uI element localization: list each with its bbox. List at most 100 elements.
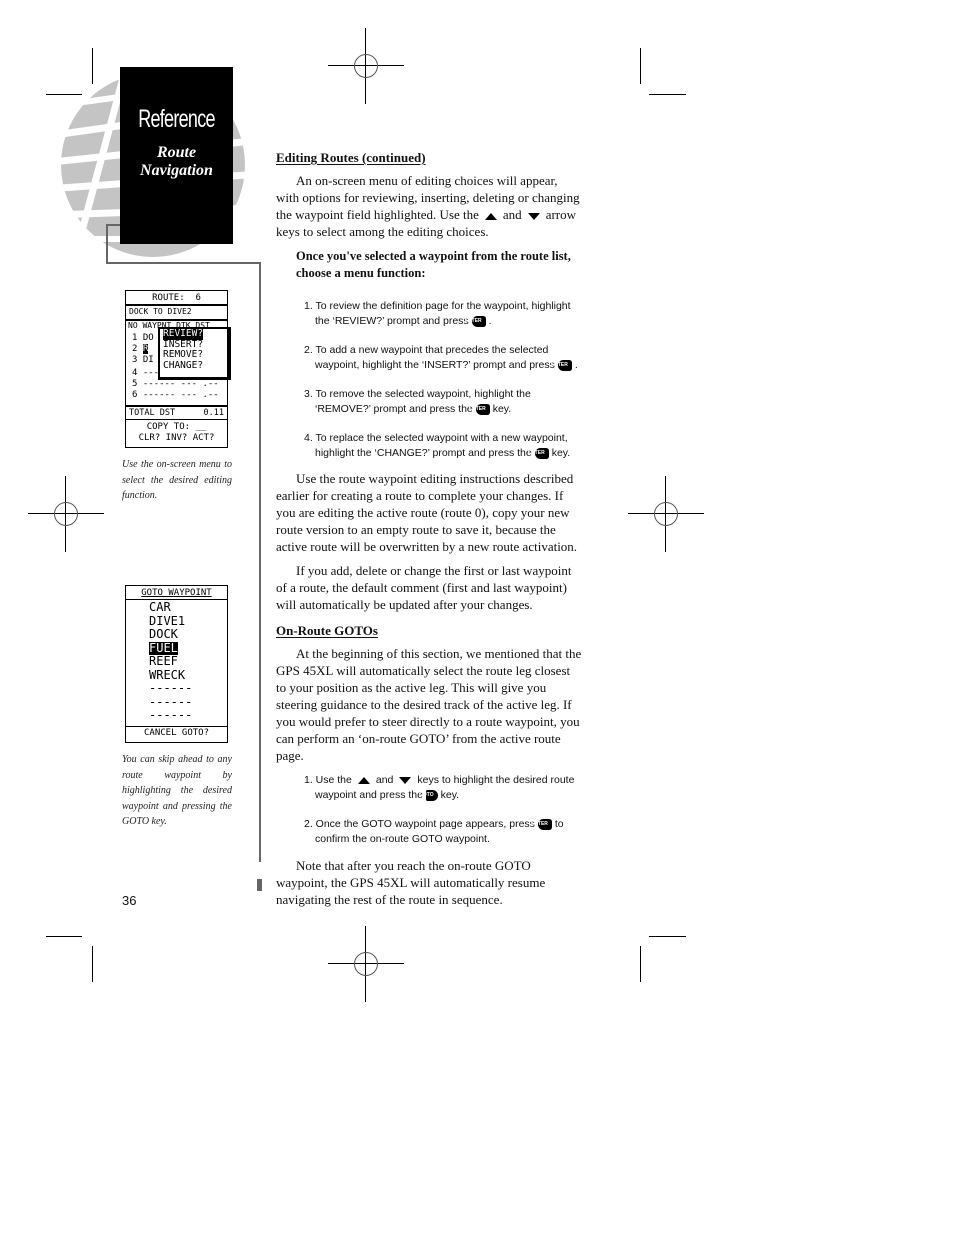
divider [126,304,227,306]
main-content: Editing Routes (continued) An on-screen … [276,150,582,908]
text: 1. To review the definition page for the… [304,300,571,327]
menu-item-review[interactable]: REVIEW? [163,328,204,340]
divider [126,405,227,407]
text: key. [551,447,571,459]
divider [126,726,227,727]
waypoint-item[interactable]: DOCK [149,627,192,642]
text: and [375,774,394,786]
section-subtitle: Route Navigation [120,144,233,180]
row-number: 6 [132,390,138,400]
route-title: ROUTE: 6 [152,293,201,303]
row-number: 4 [132,368,138,378]
route-row: 6 ------ --- .-- [132,390,227,400]
step-item: 2. To add a new waypoint that precedes t… [276,343,582,373]
route-page-screen: ROUTE: 6 DOCK TO DIVE2 NO WAYPNT DTK DST… [125,290,231,448]
registration-mark-icon [328,926,404,1002]
goto-key-icon: GOTO [419,789,438,801]
waypoint-item[interactable]: ------ [149,695,192,710]
down-arrow-key-icon [527,212,540,220]
registration-mark-icon [28,476,104,552]
route-actions: CLR? INV? ACT? [138,433,215,443]
copy-to-field: COPY TO: __ [146,422,207,432]
step-item: 4. To replace the selected waypoint with… [276,431,582,461]
waypoint-item[interactable]: REEF [149,654,192,669]
row-waypoint: R [142,344,149,354]
page-edge-marker [257,879,262,891]
crop-mark [649,936,686,937]
menu-item-remove[interactable]: REMOVE? [163,349,227,361]
waypoint-item[interactable]: CAR [149,600,192,615]
waypoint-item[interactable]: ------ [149,708,192,723]
subtitle-line: Navigation [140,162,213,179]
paragraph: Note that after you reach the on-route G… [276,858,546,907]
crop-mark [649,94,686,95]
waypoint-item-selected[interactable]: FUEL [149,641,178,655]
page-number: 36 [122,893,137,908]
crop-mark [92,946,93,982]
total-label: TOTAL DST [129,408,176,418]
step-item: 1. Use the and keys to highlight the desir… [276,773,582,803]
registration-mark-icon [628,476,704,552]
menu-item-change[interactable]: CHANGE? [163,360,227,372]
total-distance: TOTAL DST 0.11 [129,408,224,418]
section-heading: Editing Routes (continued) [276,150,426,165]
enter-key-icon: ENTER [469,403,490,415]
goto-title: GOTO WAYPOINT [141,588,212,598]
row-number: 2 [132,344,138,354]
enter-key-icon: ENTER [465,315,486,327]
paragraph: An on-screen menu of editing choices wil… [276,172,582,240]
crop-mark [640,946,641,982]
subtitle-line: Route [156,144,197,161]
row-waypoint: ------ [142,379,176,389]
divider [106,224,108,264]
row-number: 5 [132,379,138,389]
step-item: 3. To remove the selected waypoint, high… [276,387,582,417]
row-waypoint: DI [142,355,154,365]
paragraph: Use the route waypoint editing instructi… [276,471,578,554]
down-arrow-key-icon [399,776,412,784]
up-arrow-key-icon [484,212,497,220]
route-row: 5 ------ --- .-- [132,379,227,389]
row-number: 1 [132,333,138,343]
row-dtk: --- [180,379,198,389]
enter-key-icon: ENTER [528,447,549,459]
crop-mark [640,48,641,84]
row-dtk: --- [180,390,198,400]
step-item: 2. Once the GOTO waypoint page appears, … [276,817,582,847]
divider [106,262,261,264]
total-value: 0.11 [203,408,224,418]
waypoint-item[interactable]: DIVE1 [149,614,192,629]
waypoint-item[interactable]: ------ [149,681,192,696]
enter-key-icon: ENTER [531,818,552,830]
divider [107,224,121,226]
paragraph: If you add, delete or change the first o… [276,563,572,612]
step-item: 1. To review the definition page for the… [276,299,582,329]
edit-menu-popup: REVIEW? INSERT? REMOVE? CHANGE? [158,327,231,380]
text: 2. To add a new waypoint that precedes t… [304,344,555,371]
text: 1. Use the [304,774,352,786]
text: . [488,315,492,327]
row-waypoint: DO [142,333,154,343]
waypoint-item[interactable]: WRECK [149,668,192,683]
cancel-goto[interactable]: CANCEL GOTO? [126,728,227,738]
text: 2. Once the GOTO waypoint page appears, … [304,818,535,830]
row-dst: .-- [202,379,219,389]
figure-caption: Use the on-screen menu to select the des… [122,459,232,501]
waypoint-list: CAR DIVE1 DOCK FUEL REEF WRECK ------ --… [149,600,192,723]
text: key. [492,403,512,415]
row-waypoint: ------ [142,390,176,400]
text: key. [440,789,460,801]
section-tab: Reference Route Navigation [120,67,233,244]
instruction: Once you've selected a waypoint from the… [296,249,571,280]
divider [126,599,227,600]
goto-waypoint-screen: GOTO WAYPOINT CAR DIVE1 DOCK FUEL REEF W… [125,585,228,743]
divider [259,262,261,862]
text: and [502,207,522,222]
enter-key-icon: ENTER [551,359,572,371]
paragraph: At the beginning of this section, we men… [276,646,582,763]
up-arrow-key-icon [357,776,370,784]
section-title: Reference [138,105,215,133]
section-heading: On-Route GOTOs [276,623,378,638]
route-comment: DOCK TO DIVE2 [129,307,192,316]
row-dst: .-- [202,390,219,400]
